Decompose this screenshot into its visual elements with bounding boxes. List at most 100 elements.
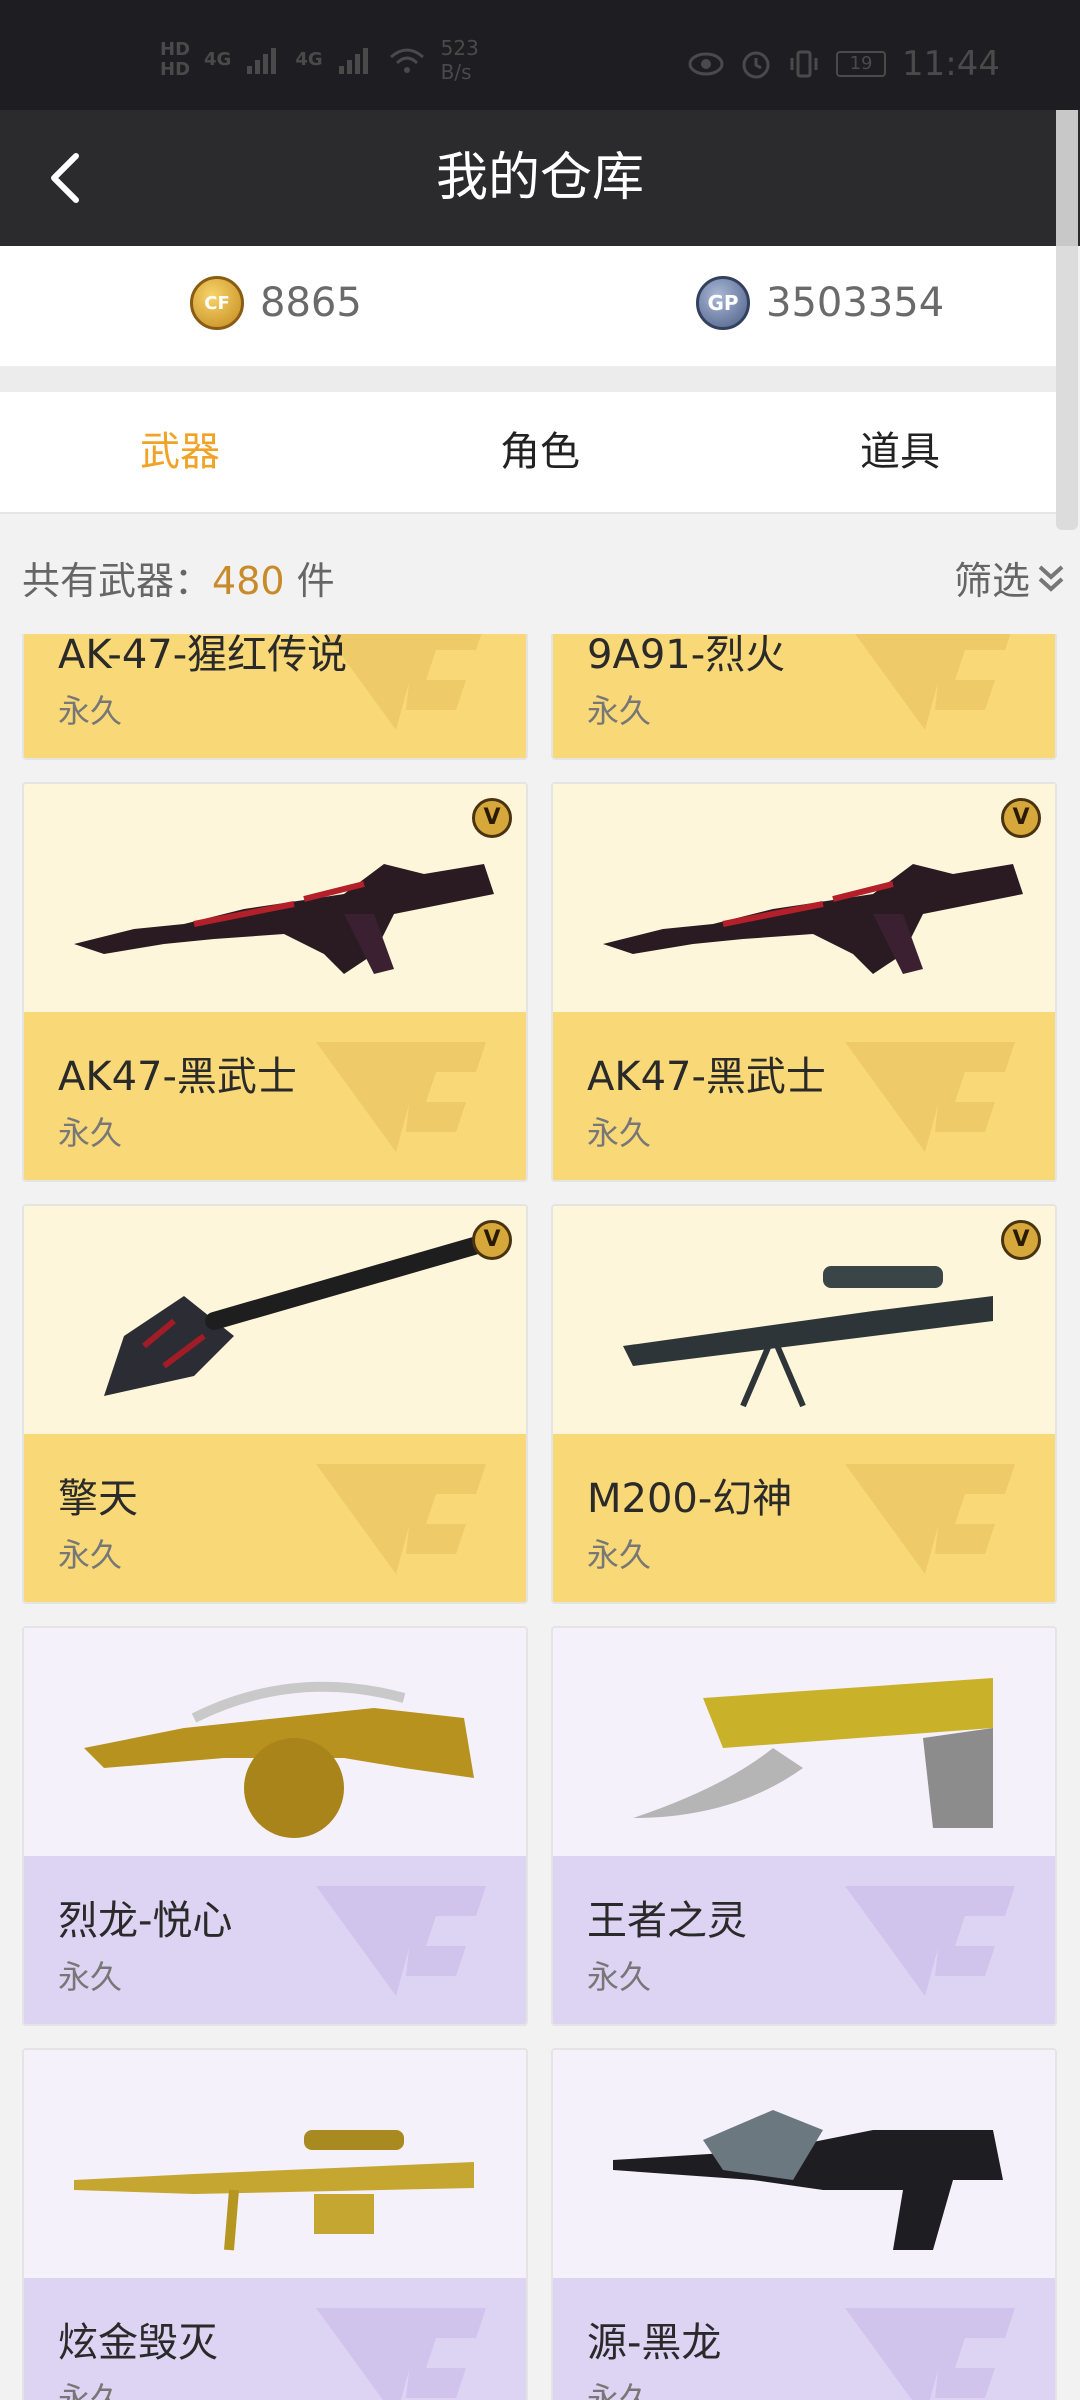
weapon-image-area: V — [24, 784, 526, 1012]
tab-weapons[interactable]: 武器 — [50, 392, 310, 512]
eye-icon — [688, 52, 724, 76]
hd-badge-2: HD — [160, 59, 191, 80]
cf-coin-icon: CF — [190, 276, 244, 330]
weapon-image-area — [553, 1628, 1055, 1856]
weapon-image-area — [553, 2050, 1055, 2278]
filter-button[interactable]: 筛选 — [954, 550, 1066, 605]
cf-points: CF 8865 — [190, 276, 362, 330]
weapon-name: M200-幻神 — [587, 1476, 793, 1522]
weapon-info: AK-47-猩红传说 永久 — [24, 634, 526, 758]
inventory-summary: 共有武器：480 件 筛选 — [0, 514, 1080, 634]
currency-bar: CF 8865 GP 3503354 — [0, 246, 1056, 366]
weapon-info: AK47-黑武士 永久 — [553, 1012, 1055, 1180]
weapon-duration: 永久 — [587, 1536, 652, 1574]
hd-badges: HD HD — [160, 40, 190, 80]
clock: 11:44 — [902, 44, 1000, 84]
rifle-icon — [613, 2110, 1003, 2250]
tab-items[interactable]: 道具 — [770, 392, 1030, 512]
weapon-card[interactable]: 王者之灵 永久 — [551, 1626, 1057, 2026]
cf-watermark-icon — [316, 1042, 486, 1152]
page-scrollbar[interactable] — [1054, 110, 1080, 530]
scrollbar-thumb[interactable] — [1056, 110, 1078, 530]
weapon-count-unit: 件 — [296, 559, 335, 603]
weapon-card[interactable]: 源-黑龙 永久 — [551, 2048, 1057, 2400]
network-type-1: 4G — [204, 49, 232, 70]
vip-badge: V — [1001, 1220, 1041, 1260]
tommy-gun-icon — [84, 1681, 474, 1838]
header: 我的仓库 — [0, 110, 1080, 246]
weapon-duration: 永久 — [587, 1958, 652, 1996]
chevron-left-icon — [51, 153, 79, 203]
signal-icon — [338, 48, 368, 74]
weapon-info: M200-幻神 永久 — [553, 1434, 1055, 1602]
double-chevron-down-icon — [1038, 565, 1064, 592]
cf-watermark-icon — [845, 1042, 1015, 1152]
weapon-duration: 永久 — [587, 1114, 652, 1152]
weapon-card[interactable]: V AK47-黑武士 永久 — [22, 782, 528, 1182]
weapon-card[interactable]: 9A91-烈火 永久 — [551, 634, 1057, 760]
weapon-duration: 永久 — [587, 692, 652, 730]
cf-watermark-icon — [845, 1886, 1015, 1996]
vip-badge: V — [1001, 798, 1041, 838]
weapon-card[interactable]: 烈龙-悦心 永久 — [22, 1626, 528, 2026]
status-bar: HD HD 4G 4G 523 B/s 19 11:44 — [0, 0, 1080, 110]
rifle-icon — [603, 864, 1023, 974]
sniper-icon — [74, 2130, 474, 2251]
back-button[interactable] — [36, 146, 100, 210]
weapon-duration: 永久 — [58, 692, 123, 730]
weapon-card[interactable]: 炫金毁灭 永久 — [22, 2048, 528, 2400]
weapon-card[interactable]: AK-47-猩红传说 永久 — [22, 634, 528, 760]
status-left-indicators: HD HD 4G 4G 523 B/s — [160, 36, 479, 84]
weapon-name: AK-47-猩红传说 — [58, 634, 348, 678]
weapon-duration: 永久 — [58, 2380, 123, 2400]
weapon-card[interactable]: V 擎天 永久 — [22, 1204, 528, 1604]
cf-watermark-icon — [316, 1886, 486, 1996]
weapon-name: 王者之灵 — [587, 1898, 747, 1944]
weapon-info: 擎天 永久 — [24, 1434, 526, 1602]
network-speed: 523 B/s — [441, 36, 479, 84]
vibrate-icon — [790, 50, 818, 78]
cf-watermark-icon — [845, 2308, 1015, 2400]
weapon-image-area: V — [24, 1206, 526, 1434]
weapon-name: 源-黑龙 — [587, 2320, 722, 2366]
weapon-image-area: V — [553, 784, 1055, 1012]
weapon-card[interactable]: V M200-幻神 永久 — [551, 1204, 1057, 1604]
tab-characters[interactable]: 角色 — [410, 392, 670, 512]
weapon-count: 共有武器：480 件 — [22, 550, 335, 605]
filter-label: 筛选 — [953, 559, 1030, 603]
section-divider — [0, 366, 1056, 392]
pistol-icon — [633, 1678, 993, 1828]
cf-watermark-icon — [316, 1464, 486, 1574]
vip-badge: V — [472, 1220, 512, 1260]
cf-points-value: 8865 — [260, 280, 362, 326]
weapon-info: AK47-黑武士 永久 — [24, 1012, 526, 1180]
weapon-count-label: 共有武器： — [22, 559, 213, 603]
gp-points-value: 3503354 — [766, 280, 945, 326]
network-speed-value: 523 — [440, 36, 479, 60]
weapon-grid[interactable]: AK-47-猩红传说 永久 9A91-烈火 永久 V AK47-黑武士 永久 V… — [0, 634, 1080, 2400]
weapon-info: 源-黑龙 永久 — [553, 2278, 1055, 2400]
network-type-2: 4G — [295, 49, 323, 70]
weapon-duration: 永久 — [58, 1958, 123, 1996]
weapon-image-area — [24, 1628, 526, 1856]
weapon-name: 烈龙-悦心 — [58, 1898, 233, 1944]
battery-icon: 19 — [836, 51, 887, 77]
network-speed-unit: B/s — [440, 60, 472, 84]
weapon-info: 9A91-烈火 永久 — [553, 634, 1055, 758]
shovel-icon — [104, 1237, 483, 1396]
weapon-card[interactable]: V AK47-黑武士 永久 — [551, 782, 1057, 1182]
cf-watermark-icon — [855, 634, 1011, 730]
weapon-duration: 永久 — [58, 1114, 123, 1152]
category-tabs: 武器 角色 道具 — [0, 392, 1056, 514]
weapon-image-area: V — [553, 1206, 1055, 1434]
weapon-duration: 永久 — [58, 1536, 123, 1574]
weapon-name: AK47-黑武士 — [587, 1054, 826, 1100]
hd-badge-1: HD — [160, 39, 191, 60]
signal-icon — [247, 48, 277, 74]
status-right-indicators: 19 11:44 — [688, 44, 1000, 84]
cf-watermark-icon — [845, 1464, 1015, 1574]
weapon-info: 烈龙-悦心 永久 — [24, 1856, 526, 2024]
cf-watermark-icon — [316, 2308, 486, 2400]
weapon-name: AK47-黑武士 — [58, 1054, 297, 1100]
weapon-info: 炫金毁灭 永久 — [24, 2278, 526, 2400]
